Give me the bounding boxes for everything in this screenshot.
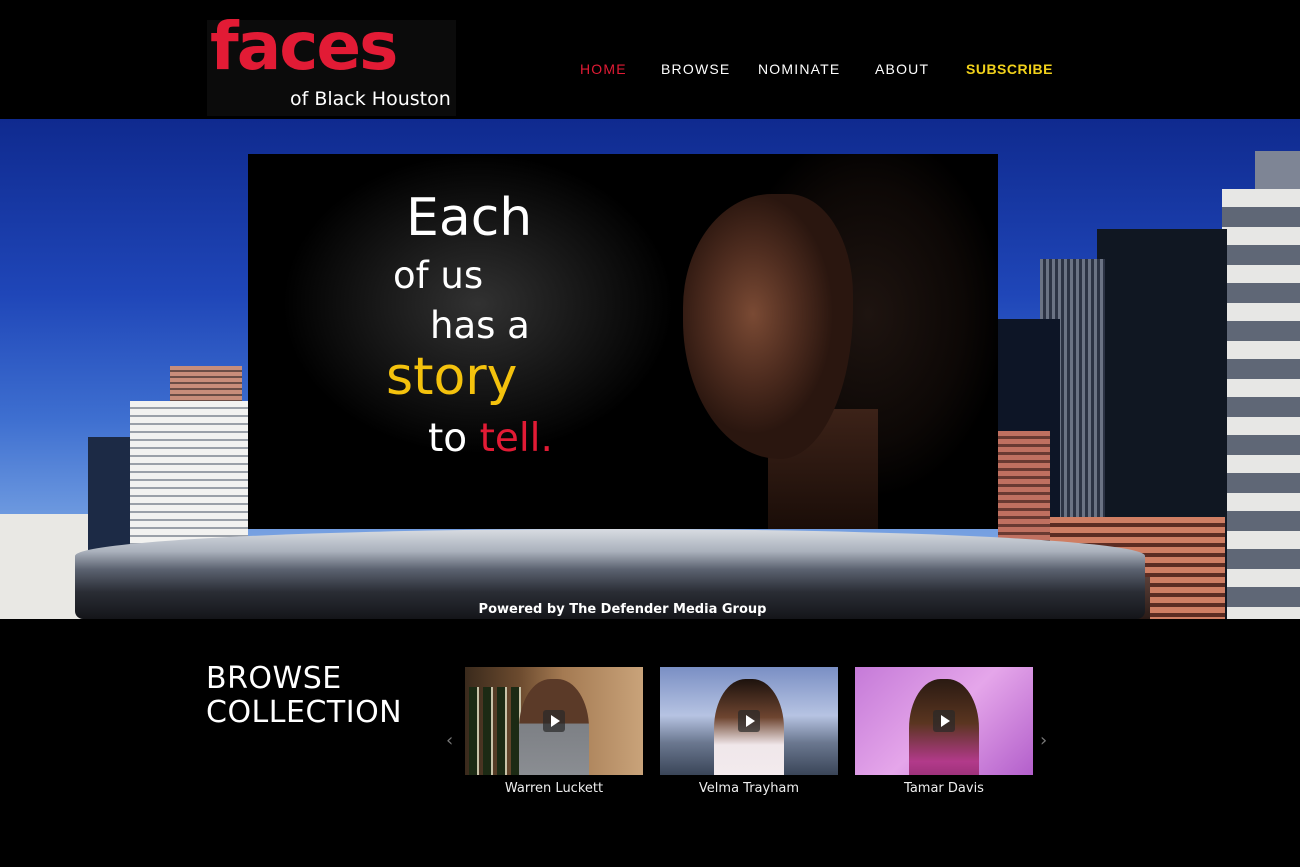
profile-thumbnail[interactable] (465, 667, 643, 775)
profile-name[interactable]: Tamar Davis (855, 781, 1033, 796)
nav-browse[interactable]: BROWSE (661, 61, 730, 77)
profile-card[interactable]: Velma Trayham (660, 667, 838, 796)
hero-line-story: story (386, 347, 518, 407)
powered-by-text: Powered by The Defender Media Group (478, 602, 767, 617)
hero-banner: Each of us has a story to tell. (248, 154, 998, 529)
profile-card[interactable]: Warren Luckett (465, 667, 643, 796)
logo-tagline: of Black Houston (290, 88, 451, 110)
hero-line-has-a: has a (430, 304, 530, 347)
hero-word-tell: tell. (479, 416, 553, 461)
profile-name[interactable]: Warren Luckett (465, 781, 643, 796)
hero-word-to: to (428, 416, 468, 461)
nav-subscribe[interactable]: SUBSCRIBE (966, 61, 1053, 77)
nav-nominate[interactable]: NOMINATE (758, 61, 840, 77)
hero-line-to-tell: to tell. (428, 419, 553, 458)
hero-line-of-us: of us (393, 254, 484, 297)
hero-line-each: Each (406, 188, 533, 248)
play-icon[interactable] (933, 710, 955, 732)
play-icon[interactable] (543, 710, 565, 732)
browse-collection-heading: BROWSE COLLECTION (206, 662, 402, 730)
play-icon[interactable] (738, 710, 760, 732)
hero-section: Each of us has a story to tell. Powered … (0, 119, 1300, 619)
skyline-building (1222, 189, 1300, 619)
wine-bottles-backdrop (469, 687, 525, 775)
profile-thumbnail[interactable] (660, 667, 838, 775)
chevron-right-icon[interactable]: › (1040, 730, 1047, 751)
nav-home[interactable]: HOME (580, 61, 627, 77)
profile-card[interactable]: Tamar Davis (855, 667, 1033, 796)
site-header: faces of Black Houston HOME BROWSE NOMIN… (0, 0, 1300, 119)
browse-title-line1: BROWSE (206, 661, 342, 696)
profile-name[interactable]: Velma Trayham (660, 781, 838, 796)
skyline-building (170, 366, 242, 406)
profile-thumbnail[interactable] (855, 667, 1033, 775)
browse-title-line2: COLLECTION (206, 695, 403, 730)
nav-about[interactable]: ABOUT (875, 61, 929, 77)
main-nav: HOME BROWSE NOMINATE ABOUT SUBSCRIBE (0, 61, 1300, 81)
chevron-left-icon[interactable]: ‹ (446, 730, 453, 751)
